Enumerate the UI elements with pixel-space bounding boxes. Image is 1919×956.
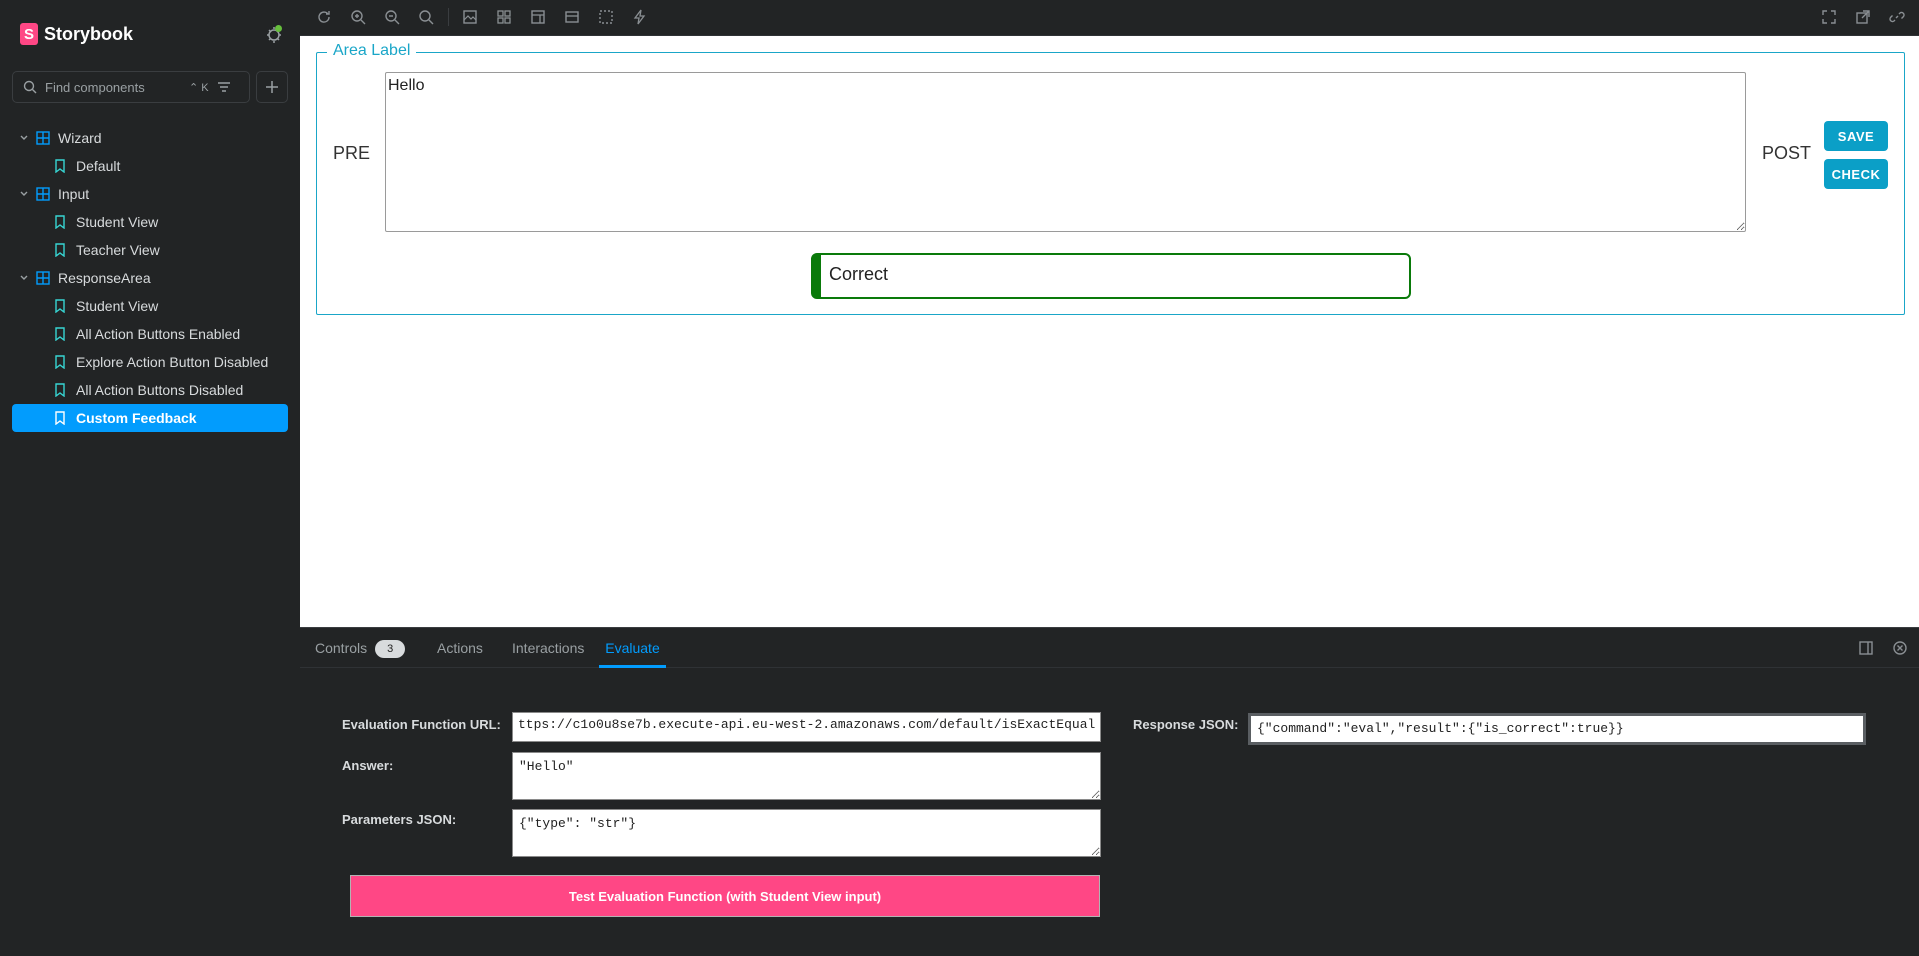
answer-label: Answer: bbox=[342, 758, 394, 773]
tree-group-input[interactable]: Input bbox=[12, 180, 288, 208]
panel-position-icon[interactable] bbox=[1858, 640, 1874, 656]
response-field[interactable]: {"command":"eval","result":{"is_correct"… bbox=[1248, 713, 1866, 745]
viewport-icon[interactable] bbox=[530, 9, 546, 25]
tab-label: Evaluate bbox=[605, 640, 660, 656]
tree-group-responsearea[interactable]: ResponseArea bbox=[12, 264, 288, 292]
tree-story-label: Teacher View bbox=[76, 242, 160, 258]
tree-group-label: Input bbox=[58, 186, 90, 202]
tree-group-label: ResponseArea bbox=[58, 270, 151, 286]
search-shortcut: ⌃ K bbox=[189, 81, 209, 94]
tree-story-input-teacher-view[interactable]: Teacher View bbox=[12, 236, 288, 264]
url-field[interactable]: ttps://c1o0u8se7b.execute-api.eu-west-2.… bbox=[512, 712, 1101, 742]
background-icon[interactable] bbox=[462, 9, 478, 25]
tab-interactions[interactable]: Interactions bbox=[512, 628, 584, 668]
app-title: Storybook bbox=[44, 23, 134, 44]
tree-story-all-action-buttons-disabled[interactable]: All Action Buttons Disabled bbox=[12, 376, 288, 404]
tab-evaluate[interactable]: Evaluate bbox=[599, 628, 666, 668]
addon-tabs: Controls 3 Actions Interactions Evaluate bbox=[300, 628, 1919, 668]
sidebar: S Storybook ⌃ K Wizard Default bbox=[0, 0, 300, 956]
brand[interactable]: S Storybook bbox=[20, 22, 133, 46]
tree-story-wizard-default[interactable]: Default bbox=[12, 152, 288, 180]
tree-group-label: Wizard bbox=[58, 130, 102, 146]
bookmark-icon bbox=[55, 243, 65, 257]
url-label: Evaluation Function URL: bbox=[342, 717, 501, 732]
tree-story-label: Explore Action Button Disabled bbox=[76, 354, 269, 370]
answer-field[interactable]: "Hello" bbox=[512, 752, 1101, 800]
open-new-tab-icon[interactable] bbox=[1855, 9, 1871, 25]
bookmark-icon bbox=[55, 383, 65, 397]
answer-textarea[interactable]: Hello bbox=[385, 72, 1746, 232]
close-icon[interactable] bbox=[1892, 640, 1908, 656]
area-label: Area Label bbox=[327, 42, 417, 60]
toolbar bbox=[300, 0, 1919, 36]
sidebar-layout-icon[interactable] bbox=[564, 9, 580, 25]
story-canvas: Area Label PRE Hello POST SAVE CHECK Cor… bbox=[300, 36, 1919, 627]
copy-link-icon[interactable] bbox=[1889, 9, 1905, 25]
plus-icon bbox=[266, 81, 278, 93]
tree-story-input-student-view[interactable]: Student View bbox=[12, 208, 288, 236]
component-tree: Wizard Default Input Student View Teache… bbox=[12, 124, 288, 432]
bookmark-icon bbox=[55, 327, 65, 341]
pre-label: PRE bbox=[333, 143, 371, 163]
tab-actions[interactable]: Actions bbox=[437, 628, 483, 668]
zoom-reset-icon[interactable] bbox=[418, 9, 434, 25]
tree-story-label: Student View bbox=[76, 214, 159, 230]
tree-story-label: Custom Feedback bbox=[76, 410, 197, 426]
status-dot bbox=[275, 25, 282, 32]
response-label: Response JSON: bbox=[1133, 717, 1239, 732]
bookmark-icon bbox=[55, 215, 65, 229]
save-button[interactable]: SAVE bbox=[1824, 121, 1888, 151]
params-label: Parameters JSON: bbox=[342, 812, 457, 827]
tree-story-label: All Action Buttons Enabled bbox=[76, 326, 241, 342]
post-label: POST bbox=[1762, 143, 1812, 163]
chevron-down-icon bbox=[16, 130, 32, 146]
add-component-button[interactable] bbox=[256, 71, 288, 103]
search-icon bbox=[23, 80, 37, 94]
tree-story-explore-action-button-disabled[interactable]: Explore Action Button Disabled bbox=[12, 348, 288, 376]
bookmark-icon bbox=[55, 159, 65, 173]
bookmark-icon bbox=[55, 355, 65, 369]
bookmark-icon bbox=[55, 299, 65, 313]
tree-group-wizard[interactable]: Wizard bbox=[12, 124, 288, 152]
tree-story-custom-feedback[interactable]: Custom Feedback bbox=[12, 404, 288, 432]
tree-story-label: Default bbox=[76, 158, 121, 174]
chevron-down-icon bbox=[16, 270, 32, 286]
component-icon bbox=[36, 271, 50, 285]
controls-count-badge: 3 bbox=[375, 640, 406, 659]
bookmark-icon bbox=[55, 411, 65, 425]
zoom-out-icon[interactable] bbox=[384, 9, 400, 25]
component-icon bbox=[36, 187, 50, 201]
tab-label: Interactions bbox=[512, 640, 585, 656]
chevron-down-icon bbox=[16, 186, 32, 202]
tree-story-label: Student View bbox=[76, 298, 159, 314]
search-input[interactable] bbox=[45, 79, 185, 95]
tree-story-responsearea-student-view[interactable]: Student View bbox=[12, 292, 288, 320]
response-area: Area Label PRE Hello POST SAVE CHECK Cor… bbox=[316, 42, 1905, 315]
reload-icon[interactable] bbox=[316, 9, 332, 25]
tree-story-all-action-buttons-enabled[interactable]: All Action Buttons Enabled bbox=[12, 320, 288, 348]
storybook-logo-icon: S bbox=[20, 23, 38, 45]
tab-label: Controls bbox=[315, 640, 368, 656]
tab-label: Actions bbox=[437, 640, 483, 656]
zoom-in-icon[interactable] bbox=[350, 9, 366, 25]
fullscreen-icon[interactable] bbox=[1821, 9, 1837, 25]
search-box[interactable]: ⌃ K bbox=[12, 71, 250, 103]
toolbar-divider bbox=[448, 8, 449, 26]
component-icon bbox=[36, 131, 50, 145]
params-field[interactable]: {"type": "str"} bbox=[512, 809, 1101, 857]
lightning-icon[interactable] bbox=[632, 9, 648, 25]
grid-icon[interactable] bbox=[496, 9, 512, 25]
test-evaluation-button[interactable]: Test Evaluation Function (with Student V… bbox=[350, 875, 1100, 917]
tab-controls[interactable]: Controls 3 bbox=[315, 628, 406, 668]
tree-story-label: All Action Buttons Disabled bbox=[76, 382, 244, 398]
addon-panel: Controls 3 Actions Interactions Evaluate … bbox=[300, 627, 1919, 956]
filter-icon[interactable] bbox=[217, 80, 231, 94]
outline-icon[interactable] bbox=[598, 9, 614, 25]
check-button[interactable]: CHECK bbox=[1824, 159, 1888, 189]
feedback-box: Correct bbox=[811, 253, 1411, 299]
